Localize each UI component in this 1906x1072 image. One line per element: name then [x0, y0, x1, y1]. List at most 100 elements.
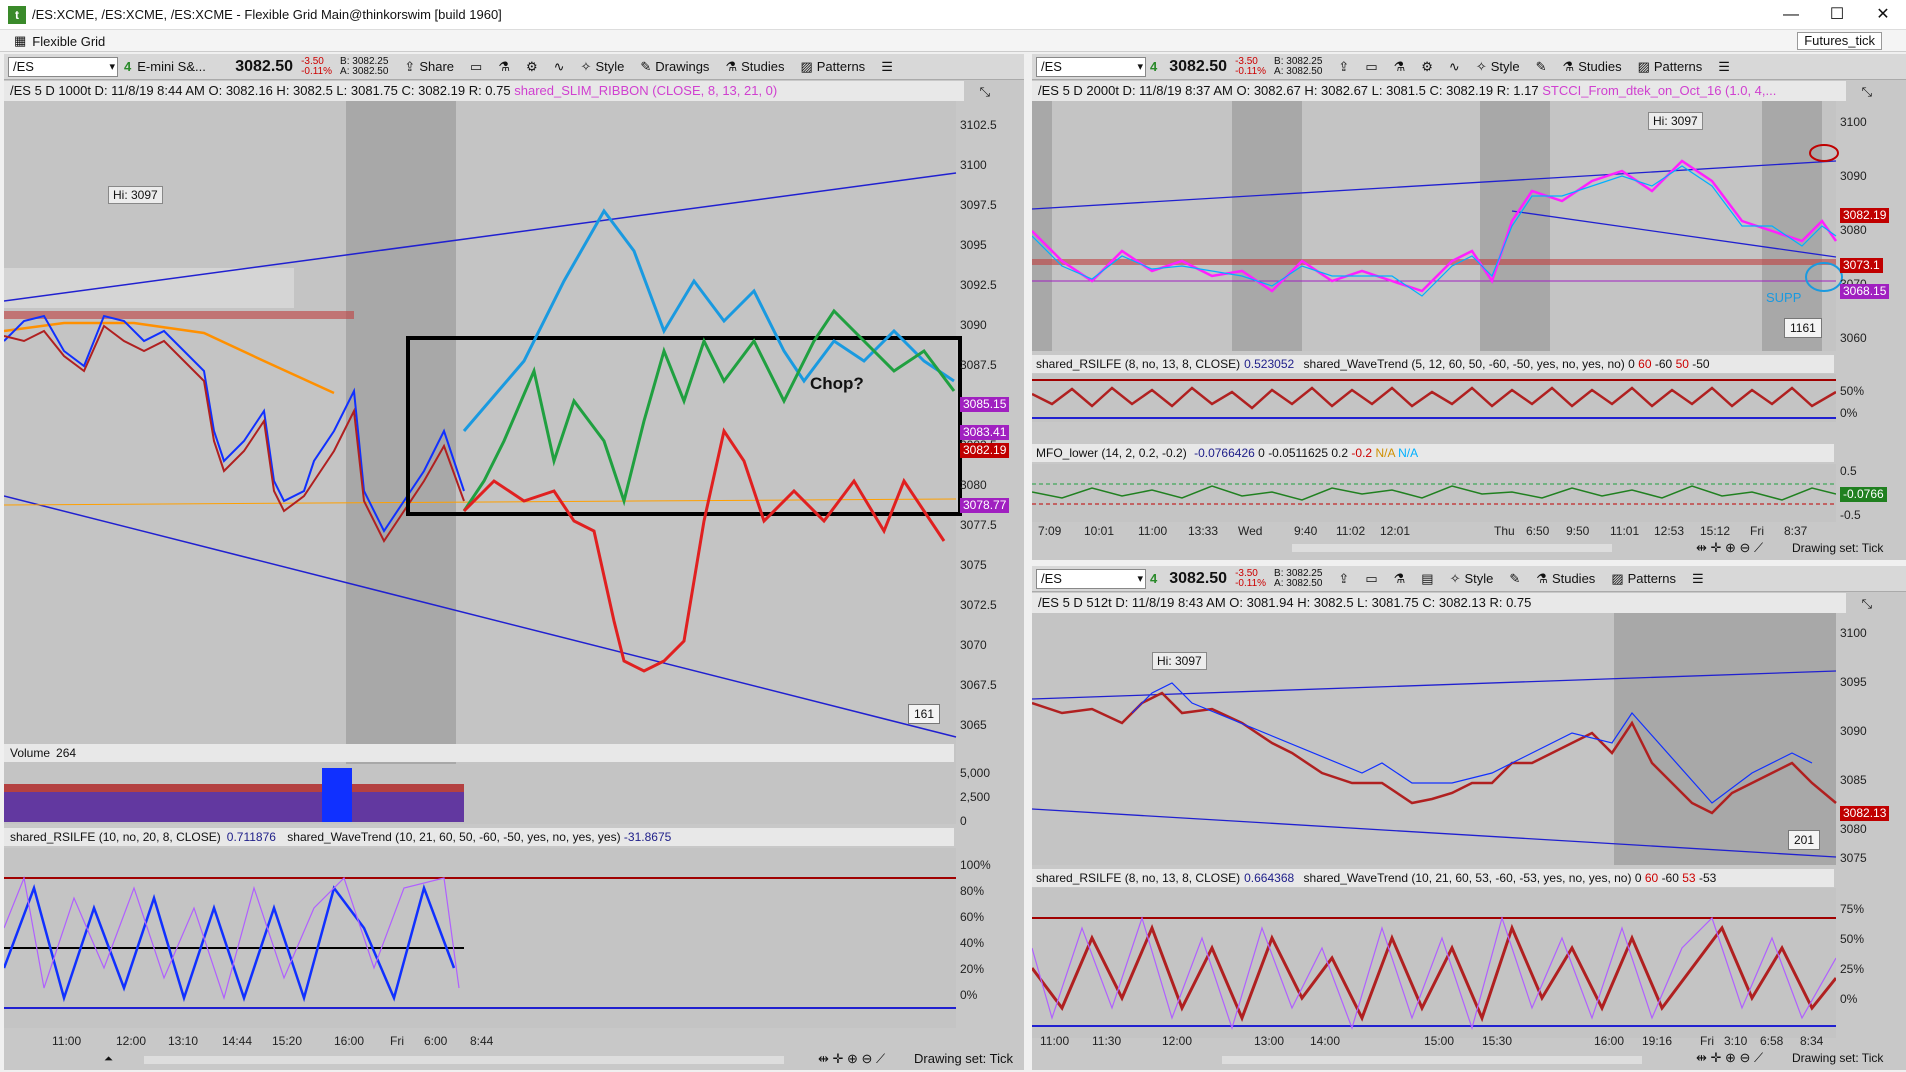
flask-icon: ⚗: [725, 58, 738, 74]
patterns-icon: ▨: [1637, 58, 1650, 74]
expand-icon[interactable]: ⤡: [1862, 596, 1872, 612]
bid-ask: B: 3082.25 A: 3082.50: [340, 55, 389, 77]
drawing-set-label: Drawing set: Tick: [1792, 541, 1884, 555]
aggregation-icon[interactable]: ▤: [1421, 571, 1433, 587]
scroll-handle-icon[interactable]: ⏶: [104, 1053, 113, 1066]
osc-tick-25: 25%: [1840, 962, 1865, 976]
symbol-selector[interactable]: /ES: [8, 56, 118, 77]
osc-tick-50: 50%: [1840, 932, 1865, 946]
maximize-button[interactable]: ☐: [1814, 0, 1860, 30]
y-tick-3075: 3075: [1840, 851, 1867, 865]
gear-icon[interactable]: ⚙: [526, 59, 538, 75]
y-tick-3090: 3090: [960, 318, 987, 332]
horizontal-scrollbar[interactable]: [1222, 1056, 1642, 1064]
y-tick-3065: 3065: [960, 718, 987, 732]
expand-icon[interactable]: ⤡: [1862, 84, 1872, 100]
expand-icon[interactable]: ⤡: [980, 84, 990, 100]
symbol-selector[interactable]: /ES: [1036, 568, 1146, 589]
layout-name[interactable]: Futures_tick: [1797, 32, 1882, 50]
y-tick-3060: 3060: [1840, 331, 1867, 345]
mfo-value-tag: -0.0766: [1840, 487, 1887, 502]
vol-tick-5000: 5,000: [960, 766, 991, 780]
patterns-button[interactable]: ▨ Patterns: [1611, 571, 1676, 587]
gear-icon[interactable]: ⚙: [1421, 59, 1433, 75]
style-button[interactable]: ✧ Style: [1476, 59, 1520, 75]
share-icon: ⇪: [404, 58, 416, 74]
left-chart-panel: /ES 4 E-mini S&... 3082.50 -3.50-0.11% B…: [4, 54, 1024, 1070]
time-label: 9:50: [1566, 524, 1590, 538]
link-icon[interactable]: 4: [1150, 59, 1157, 74]
zoom-controls[interactable]: ⇹ ✛ ⊕ ⊖ ⟋: [1696, 1050, 1763, 1066]
rt-oscillator-chart: [1032, 374, 1836, 422]
left-toolbar: /ES 4 E-mini S&... 3082.50 -3.50-0.11% B…: [4, 54, 1024, 80]
price-tag: 3073.1: [1840, 258, 1883, 273]
style-button[interactable]: ✧ Style: [581, 59, 625, 75]
snapshot-icon[interactable]: ▭: [1365, 59, 1377, 75]
wave-icon[interactable]: ∿: [554, 59, 565, 75]
share-icon[interactable]: ⇪: [1338, 571, 1349, 587]
oscillator-chart: [4, 848, 956, 1028]
osc-tick-0: 0%: [1840, 992, 1858, 1006]
vol-tick-2500: 2,500: [960, 790, 991, 804]
left-info-bar: /ES 5 D 1000t D: 11/8/19 8:44 AM O: 3082…: [4, 81, 964, 101]
time-label: 8:44: [470, 1034, 494, 1048]
studies-button[interactable]: ⚗ Studies: [1536, 571, 1595, 587]
close-button[interactable]: ✕: [1860, 0, 1906, 30]
menu-icon[interactable]: ☰: [881, 59, 893, 75]
bar-count: 1161: [1784, 318, 1822, 338]
y-tick-3097-5: 3097.5: [960, 198, 997, 212]
time-label: 13:10: [168, 1034, 199, 1048]
flask-icon[interactable]: ⚗: [1394, 571, 1406, 587]
time-label: 11:00: [1040, 1034, 1070, 1048]
horizontal-scrollbar[interactable]: [144, 1056, 784, 1064]
last-price: 3082.50: [235, 57, 294, 75]
osc-tick-0: 0%: [960, 988, 978, 1002]
flask-icon[interactable]: ⚗: [498, 59, 510, 75]
last-price-tag: 3082.19: [1840, 208, 1890, 223]
minimize-button[interactable]: —: [1768, 0, 1814, 30]
link-icon[interactable]: 4: [124, 59, 131, 74]
high-label: Hi: 3097: [108, 186, 163, 204]
chop-annotation: Chop?: [810, 374, 864, 393]
menu-icon[interactable]: ☰: [1692, 571, 1704, 587]
y-tick-3080: 3080: [1840, 822, 1867, 836]
zoom-controls[interactable]: ⇹ ✛ ⊕ ⊖ ⟋: [818, 1051, 885, 1067]
osc-tick-40: 40%: [960, 936, 985, 950]
horizontal-scrollbar[interactable]: [1292, 544, 1612, 552]
time-label: 16:00: [334, 1034, 365, 1048]
share-icon[interactable]: ⇪: [1338, 59, 1349, 75]
drawings-button[interactable]: ✎ Drawings: [640, 59, 709, 75]
pencil-icon[interactable]: ✎: [1536, 59, 1547, 75]
y-tick-3077-5: 3077.5: [960, 518, 997, 532]
flask-icon[interactable]: ⚗: [1394, 59, 1406, 75]
patterns-button[interactable]: ▨ Patterns: [1638, 59, 1703, 75]
left-price-chart: [4, 101, 962, 791]
symbol-selector[interactable]: /ES: [1036, 56, 1146, 77]
pencil-icon[interactable]: ✎: [1509, 571, 1520, 587]
time-label: 15:30: [1482, 1034, 1513, 1048]
time-label: 14:44: [222, 1034, 253, 1048]
time-label: 9:40: [1294, 524, 1318, 538]
zoom-controls[interactable]: ⇹ ✛ ⊕ ⊖ ⟋: [1696, 540, 1763, 556]
patterns-icon: ▨: [1611, 570, 1624, 586]
osc-tick-100: 100%: [960, 858, 991, 872]
bid-ask: B: 3082.25 A: 3082.50: [1274, 567, 1323, 589]
mfo-header: MFO_lower (14, 2, 0.2, -0.2) -0.0766426 …: [1032, 444, 1834, 462]
high-label: Hi: 3097: [1152, 652, 1207, 670]
snapshot-icon[interactable]: ▭: [1365, 571, 1377, 587]
wave-icon[interactable]: ∿: [1449, 59, 1460, 75]
y-tick-3102-5: 3102.5: [960, 118, 997, 132]
style-button[interactable]: ✧ Style: [1450, 571, 1494, 587]
link-icon[interactable]: 4: [1150, 571, 1157, 586]
vol-tick-0: 0: [960, 814, 967, 828]
studies-button[interactable]: ⚗ Studies: [1563, 59, 1622, 75]
price-change: -3.50 -0.11%: [1235, 55, 1267, 77]
flexible-grid-tab[interactable]: ▦ Flexible Grid: [6, 32, 113, 50]
studies-button[interactable]: ⚗ Studies: [725, 59, 784, 75]
share-button[interactable]: ⇪ Share: [404, 59, 454, 75]
time-label: 12:01: [1380, 524, 1411, 538]
patterns-button[interactable]: ▨ Patterns: [800, 59, 865, 75]
snapshot-icon[interactable]: ▭: [470, 59, 482, 75]
menu-icon[interactable]: ☰: [1718, 59, 1730, 75]
price-change: -3.50 -0.11%: [301, 55, 333, 77]
